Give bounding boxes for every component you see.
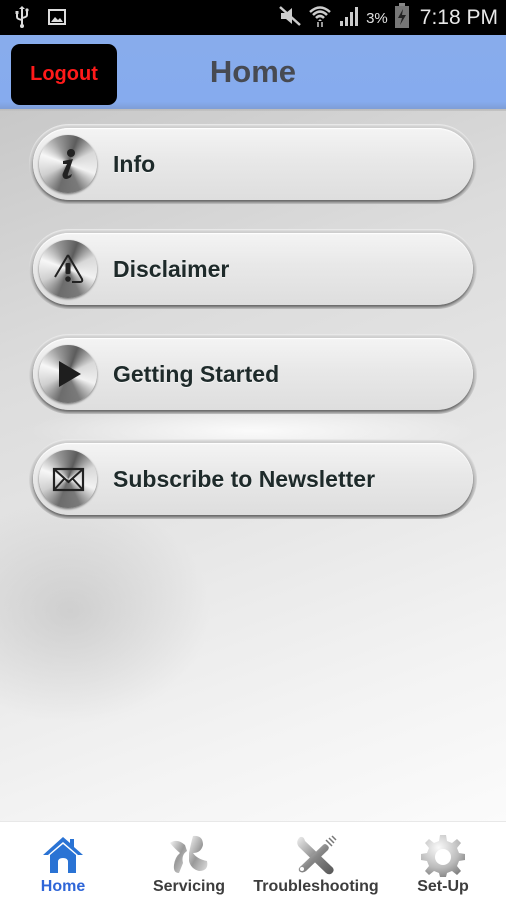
menu-item-label: Disclaimer: [113, 255, 230, 282]
app-header: Logout Home: [0, 35, 506, 113]
status-bar: 3% 7:18 PM: [0, 0, 506, 35]
warning-icon: [39, 240, 97, 298]
tab-label: Servicing: [152, 878, 226, 895]
envelope-icon: [39, 450, 97, 508]
tab-label: Set-Up: [417, 878, 469, 895]
battery-percent: 3%: [366, 9, 388, 27]
wifi-icon: [308, 4, 332, 33]
battery-charging-icon: [394, 2, 410, 34]
tab-servicing[interactable]: Servicing: [146, 822, 232, 900]
signal-icon: [338, 5, 360, 32]
servicing-icon: [165, 833, 213, 877]
mute-icon: [278, 5, 302, 32]
clock: 7:18 PM: [419, 6, 498, 29]
image-icon: [48, 9, 66, 30]
home-icon: [39, 833, 87, 877]
tab-home[interactable]: Home: [20, 822, 106, 900]
tab-label: Troubleshooting: [253, 878, 379, 895]
menu-item-subscribe-newsletter[interactable]: Subscribe to Newsletter: [29, 439, 477, 519]
menu-item-info[interactable]: Info: [29, 124, 477, 204]
menu-item-disclaimer[interactable]: Disclaimer: [29, 229, 477, 309]
bottom-tab-bar: Home Servicing Troubleshooting Set-Up: [0, 821, 506, 900]
menu-item-label: Info: [113, 150, 156, 177]
tab-set-up[interactable]: Set-Up: [400, 822, 486, 900]
play-icon: [39, 345, 97, 403]
main-content: Info Disclaimer Getting Started Subscrib…: [0, 111, 506, 821]
tab-label: Home: [40, 878, 86, 895]
page-title: Home: [209, 54, 297, 89]
menu-item-label: Subscribe to Newsletter: [113, 465, 376, 492]
menu-item-label: Getting Started: [113, 360, 280, 387]
tab-troubleshooting[interactable]: Troubleshooting: [253, 822, 379, 900]
menu-item-getting-started[interactable]: Getting Started: [29, 334, 477, 414]
usb-icon: [14, 6, 30, 33]
tools-icon: [292, 833, 340, 877]
info-icon: [39, 135, 97, 193]
gear-icon: [419, 833, 467, 877]
